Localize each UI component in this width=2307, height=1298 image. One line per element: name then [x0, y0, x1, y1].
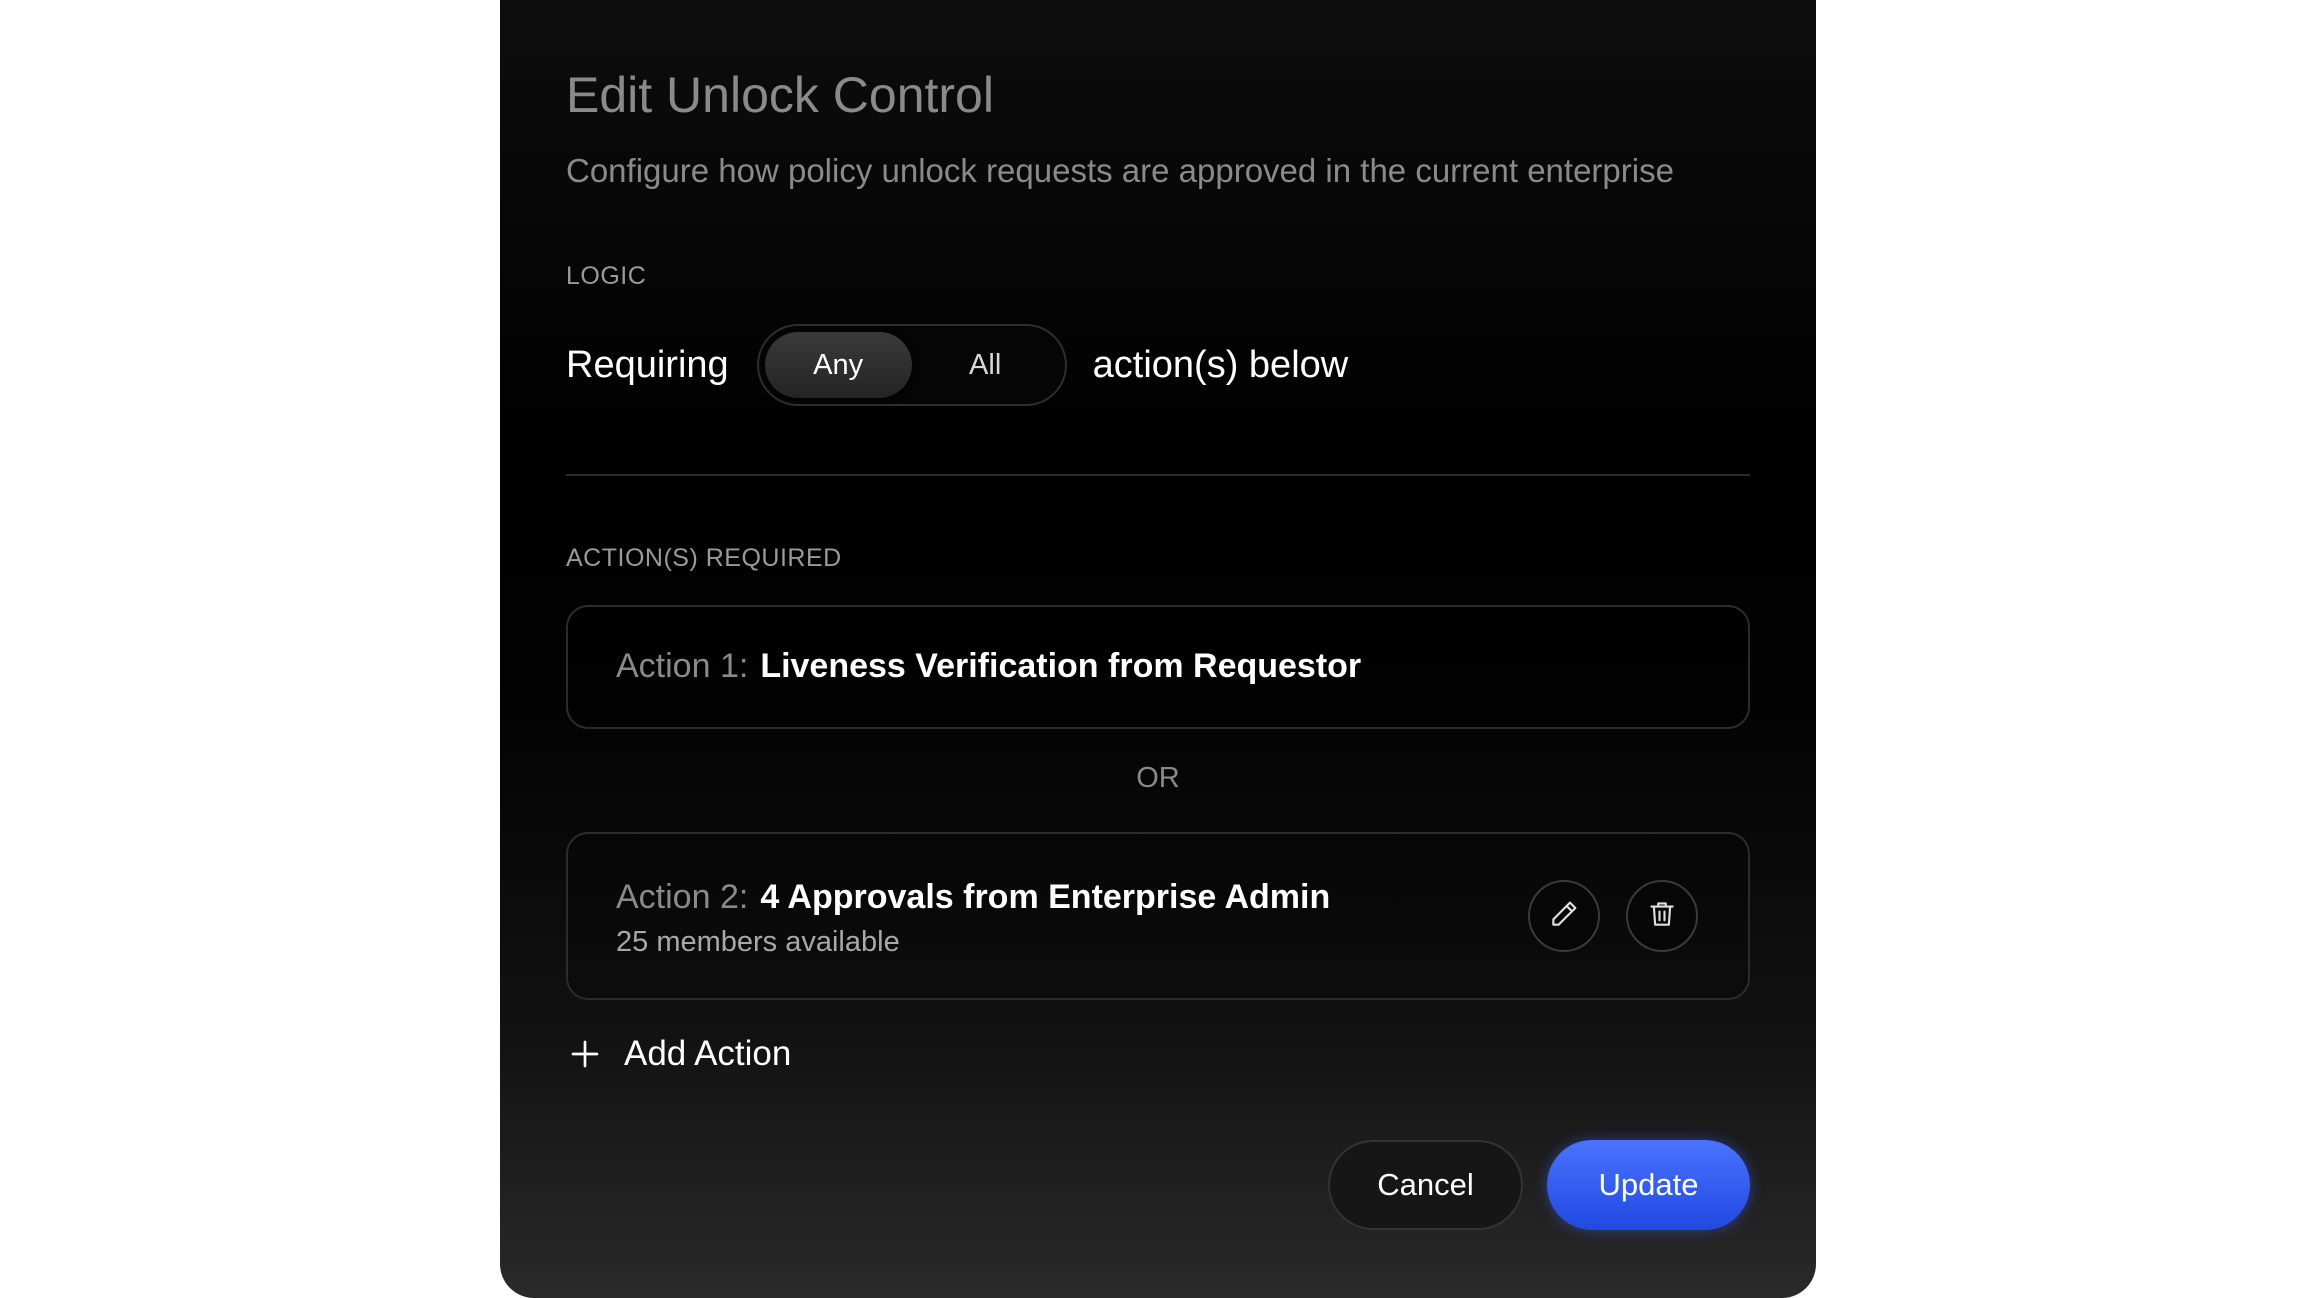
- logic-section-label: LOGIC: [566, 262, 647, 290]
- action-2-detail: 25 members available: [616, 926, 900, 958]
- section-divider: [566, 474, 1750, 476]
- update-button[interactable]: Update: [1547, 1140, 1750, 1230]
- add-action-label: Add Action: [624, 1034, 792, 1073]
- action-card-2[interactable]: Action 2: 4 Approvals from Enterprise Adm…: [566, 832, 1750, 1000]
- action-1-title: Action 1: Liveness Verification from Requ…: [616, 647, 1361, 686]
- add-action-button[interactable]: Add Action: [566, 1030, 791, 1078]
- logic-suffix-text: action(s) below: [1092, 343, 1349, 386]
- dialog-subtitle: Configure how policy unlock requests are…: [566, 152, 1674, 189]
- actions-section-label: ACTION(S) REQUIRED: [566, 544, 842, 572]
- plus-icon: [566, 1035, 604, 1073]
- action-card-1[interactable]: Action 1: Liveness Verification from Requ…: [566, 605, 1750, 729]
- delete-action-button[interactable]: [1626, 880, 1698, 952]
- action-2-prefix: Action 2:: [616, 878, 749, 916]
- or-separator: OR: [1136, 762, 1180, 794]
- edit-action-button[interactable]: [1528, 880, 1600, 952]
- action-2-title: Action 2: 4 Approvals from Enterprise Adm…: [616, 878, 1330, 917]
- dialog-title: Edit Unlock Control: [566, 67, 994, 123]
- cancel-button[interactable]: Cancel: [1328, 1140, 1523, 1230]
- logic-option-all[interactable]: All: [912, 332, 1059, 398]
- logic-option-any[interactable]: Any: [764, 332, 912, 398]
- logic-toggle: Any All: [756, 324, 1067, 406]
- action-1-prefix: Action 1:: [616, 647, 749, 685]
- action-1-name: Liveness Verification from Requestor: [760, 647, 1362, 685]
- action-2-name: 4 Approvals from Enterprise Admin: [760, 878, 1331, 916]
- logic-row: Requiring Any All action(s) below: [566, 322, 1348, 408]
- trash-icon: [1647, 899, 1677, 934]
- edit-unlock-control-dialog: Edit Unlock Control Configure how policy…: [500, 0, 1816, 1298]
- logic-prefix-text: Requiring: [566, 343, 729, 386]
- pencil-icon: [1548, 898, 1580, 935]
